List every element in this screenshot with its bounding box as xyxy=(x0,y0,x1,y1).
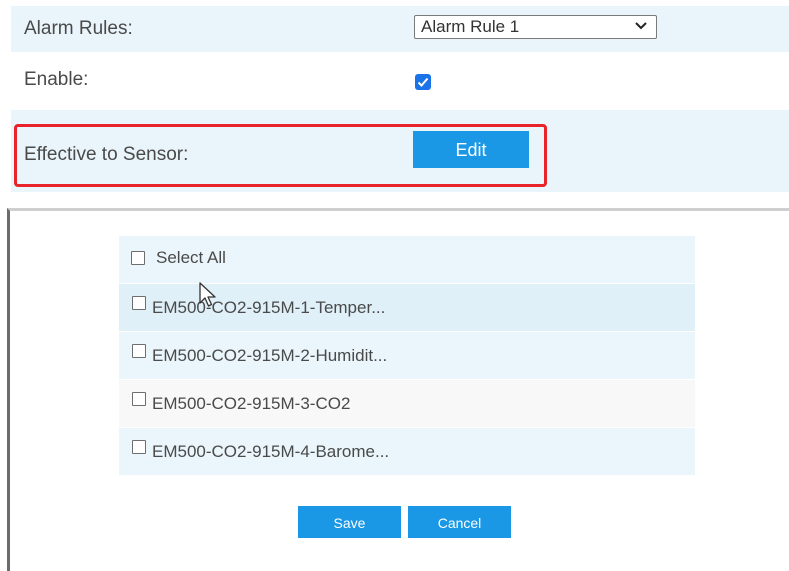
alarm-rules-label: Alarm Rules: xyxy=(24,18,133,39)
sensor-label: EM500-CO2-915M-3-CO2 xyxy=(152,394,351,413)
sensor-label: EM500-CO2-915M-1-Temper... xyxy=(152,298,386,317)
effective-to-sensor-row: Effective to Sensor: xyxy=(11,110,789,192)
cancel-button[interactable]: Cancel xyxy=(408,506,511,538)
sensor-checkbox[interactable] xyxy=(132,392,146,406)
sensor-label: EM500-CO2-915M-4-Barome... xyxy=(152,442,390,461)
sensor-item[interactable]: EM500-CO2-915M-3-CO2 xyxy=(119,380,695,428)
sensor-checkbox[interactable] xyxy=(132,296,146,310)
enable-label: Enable: xyxy=(24,69,89,90)
chevron-down-icon xyxy=(635,22,647,30)
alarm-rule-select[interactable]: Alarm Rule 1 xyxy=(414,15,657,39)
alarm-rule-selected-value: Alarm Rule 1 xyxy=(421,17,520,36)
sensor-item[interactable]: EM500-CO2-915M-2-Humidit... xyxy=(119,332,695,380)
select-all-checkbox[interactable] xyxy=(131,251,145,265)
checkmark-icon xyxy=(417,77,429,87)
alarm-settings-form: Alarm Rules: Alarm Rule 1 Enable: Effect… xyxy=(11,6,789,192)
sensor-checkbox[interactable] xyxy=(132,440,146,454)
sensor-selection-panel: Select All EM500-CO2-915M-1-Temper... EM… xyxy=(7,208,789,571)
sensor-label: EM500-CO2-915M-2-Humidit... xyxy=(152,346,388,365)
sensor-list: Select All EM500-CO2-915M-1-Temper... EM… xyxy=(119,236,695,476)
sensor-checkbox[interactable] xyxy=(132,344,146,358)
enable-row: Enable: xyxy=(11,52,789,110)
enable-checkbox[interactable] xyxy=(415,74,431,90)
save-button[interactable]: Save xyxy=(298,506,401,538)
select-all-label: Select All xyxy=(156,248,226,267)
alarm-rules-row: Alarm Rules: Alarm Rule 1 xyxy=(11,6,789,52)
select-all-item[interactable]: Select All xyxy=(119,236,695,284)
sensor-item[interactable]: EM500-CO2-915M-4-Barome... xyxy=(119,428,695,476)
edit-button[interactable]: Edit xyxy=(413,131,529,168)
effective-to-sensor-label: Effective to Sensor: xyxy=(24,144,189,165)
sensor-item[interactable]: EM500-CO2-915M-1-Temper... xyxy=(119,284,695,332)
